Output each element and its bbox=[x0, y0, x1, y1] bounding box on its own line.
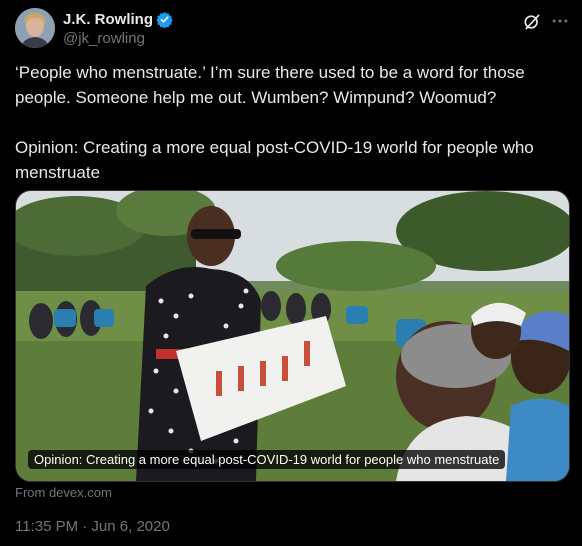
avatar[interactable] bbox=[15, 8, 55, 48]
display-name[interactable]: J.K. Rowling bbox=[63, 11, 153, 28]
card-source[interactable]: From devex.com bbox=[15, 485, 112, 500]
grok-icon[interactable] bbox=[522, 12, 542, 32]
timestamp[interactable]: 11:35 PM · Jun 6, 2020 bbox=[15, 518, 170, 535]
card-image bbox=[16, 191, 569, 481]
link-card[interactable]: Opinion: Creating a more equal post-COVI… bbox=[15, 190, 570, 482]
author-names: J.K. Rowling @jk_rowling bbox=[63, 9, 173, 47]
handle[interactable]: @jk_rowling bbox=[63, 30, 173, 47]
tweet: J.K. Rowling @jk_rowling ‘People who men… bbox=[0, 0, 582, 546]
more-icon[interactable] bbox=[550, 11, 570, 31]
tweet-header: J.K. Rowling @jk_rowling bbox=[15, 8, 570, 48]
tweet-text: ‘People who menstruate.’ I’m sure there … bbox=[15, 63, 534, 182]
verified-badge-icon bbox=[156, 11, 173, 28]
card-caption: Opinion: Creating a more equal post-COVI… bbox=[28, 450, 506, 469]
